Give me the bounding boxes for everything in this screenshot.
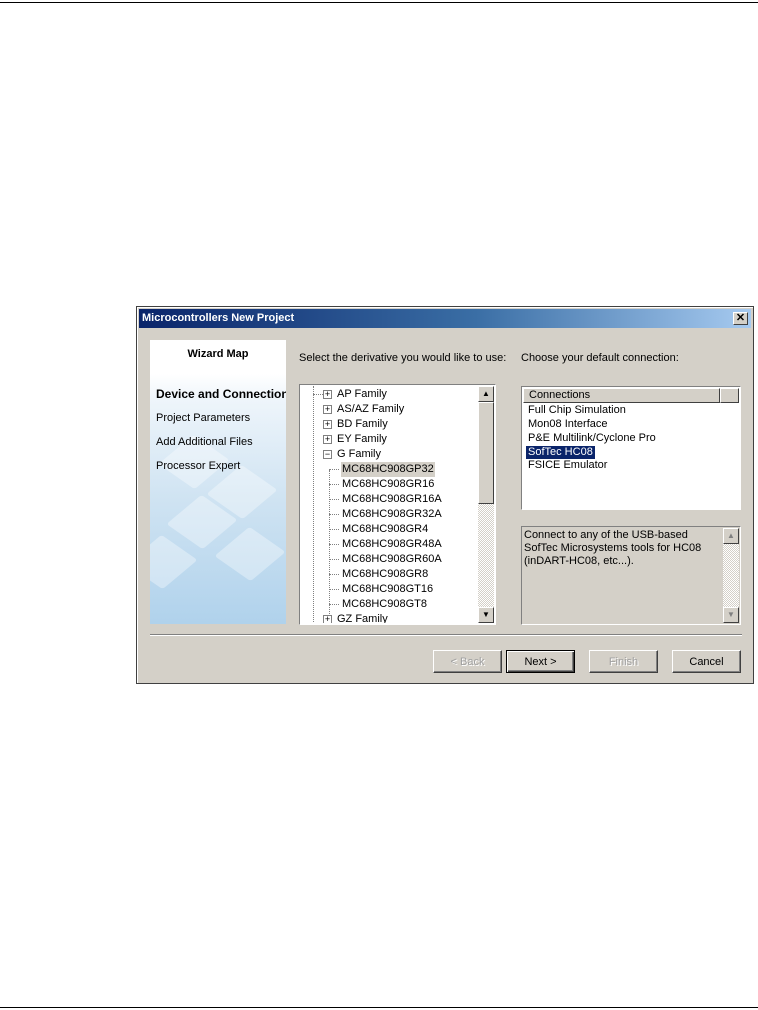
connection-description-text: Connect to any of the USB-based SofTec M… bbox=[524, 529, 702, 567]
tree-item-mc68hc908gr16a[interactable]: MC68HC908GR16A bbox=[329, 492, 479, 507]
tree-connector bbox=[329, 499, 339, 500]
new-project-dialog: Microcontrollers New Project ✕ Wizard Ma… bbox=[136, 306, 754, 684]
connection-item-fsice-emulator[interactable]: FSICE Emulator bbox=[526, 459, 609, 472]
tree-item-mc68hc908gr32a[interactable]: MC68HC908GR32A bbox=[329, 507, 479, 522]
tree-item-mc68hc908gt16[interactable]: MC68HC908GT16 bbox=[329, 582, 479, 597]
tree-item-label: MC68HC908GR60A bbox=[342, 553, 442, 565]
back-button[interactable]: < Back bbox=[433, 650, 502, 673]
collapse-minus-icon[interactable]: − bbox=[323, 450, 332, 459]
tree-item-label: MC68HC908GT16 bbox=[342, 583, 434, 595]
dialog-titlebar[interactable]: Microcontrollers New Project ✕ bbox=[139, 309, 751, 328]
connections-column-header[interactable]: Connections bbox=[523, 388, 720, 403]
connection-prompt: Choose your default connection: bbox=[521, 352, 679, 364]
tree-item-ap-family[interactable]: + AP Family bbox=[301, 387, 479, 402]
column-header-filler bbox=[720, 388, 739, 403]
derivative-tree[interactable]: + AP Family + AS/AZ Family + BD Family +… bbox=[299, 384, 496, 625]
tree-connector bbox=[329, 514, 339, 515]
decoration-shape bbox=[150, 534, 198, 590]
wizard-map-panel: Wizard Map Device and Connection Project… bbox=[150, 340, 286, 624]
tree-item-label: MC68HC908GT8 bbox=[342, 598, 427, 610]
tree-item-mc68hc908gr60a[interactable]: MC68HC908GR60A bbox=[329, 552, 479, 567]
dialog-separator bbox=[150, 634, 742, 636]
derivative-prompt: Select the derivative you would like to … bbox=[299, 352, 507, 364]
tree-item-label: G Family bbox=[337, 448, 381, 460]
connection-item-full-chip-simulation[interactable]: Full Chip Simulation bbox=[526, 404, 628, 417]
dialog-title: Microcontrollers New Project bbox=[142, 312, 295, 324]
scroll-down-icon[interactable]: ▼ bbox=[723, 607, 739, 623]
scroll-up-icon[interactable]: ▲ bbox=[478, 386, 494, 402]
tree-connector bbox=[329, 529, 339, 530]
description-scrollbar[interactable]: ▲ ▼ bbox=[723, 528, 739, 623]
cancel-button[interactable]: Cancel bbox=[672, 650, 741, 673]
page-bottom-rule bbox=[0, 1007, 758, 1008]
wizard-step-additional-files: Add Additional Files bbox=[156, 436, 253, 448]
close-button[interactable]: ✕ bbox=[733, 312, 748, 325]
tree-item-ey-family[interactable]: + EY Family bbox=[301, 432, 479, 447]
connections-list[interactable]: Connections Full Chip Simulation Mon08 I… bbox=[521, 386, 741, 510]
tree-connector bbox=[329, 574, 339, 575]
tree-item-label: EY Family bbox=[337, 433, 387, 445]
page-top-rule bbox=[0, 2, 758, 3]
decoration-shape bbox=[214, 526, 286, 582]
tree-item-mc68hc908gr48a[interactable]: MC68HC908GR48A bbox=[329, 537, 479, 552]
tree-item-g-family[interactable]: − G Family bbox=[301, 447, 479, 462]
scroll-down-icon[interactable]: ▼ bbox=[478, 607, 494, 623]
tree-item-label: MC68HC908GR4 bbox=[342, 523, 429, 535]
tree-item-label: MC68HC908GP32 bbox=[341, 462, 435, 477]
connection-item-pe-multilink[interactable]: P&E Multilink/Cyclone Pro bbox=[526, 432, 658, 445]
scroll-up-icon[interactable]: ▲ bbox=[723, 528, 739, 544]
tree-item-label: AP Family bbox=[337, 388, 387, 400]
tree-item-mc68hc908gr8[interactable]: MC68HC908GR8 bbox=[329, 567, 479, 582]
tree-item-label: AS/AZ Family bbox=[337, 403, 405, 415]
tree-item-label: BD Family bbox=[337, 418, 388, 430]
expand-plus-icon[interactable]: + bbox=[323, 390, 332, 399]
tree-item-as-az-family[interactable]: + AS/AZ Family bbox=[301, 402, 479, 417]
expand-plus-icon[interactable]: + bbox=[323, 420, 332, 429]
wizard-step-project-parameters: Project Parameters bbox=[156, 412, 251, 424]
expand-plus-icon[interactable]: + bbox=[323, 405, 332, 414]
connection-description: Connect to any of the USB-based SofTec M… bbox=[521, 526, 741, 625]
tree-scrollbar[interactable]: ▲ ▼ bbox=[478, 386, 494, 623]
tree-item-label: GZ Family bbox=[337, 613, 388, 623]
tree-connector bbox=[329, 559, 339, 560]
tree-item-label: MC68HC908GR16A bbox=[342, 493, 442, 505]
connection-item-softec-hc08[interactable]: SofTec HC08 bbox=[526, 446, 595, 459]
tree-item-gz-family[interactable]: + GZ Family bbox=[301, 612, 479, 623]
tree-connector bbox=[329, 469, 339, 470]
wizard-step-device-connection: Device and Connection bbox=[156, 387, 286, 401]
tree-connector bbox=[329, 589, 339, 590]
tree-connector bbox=[329, 544, 339, 545]
tree-item-mc68hc908gr16[interactable]: MC68HC908GR16 bbox=[329, 477, 479, 492]
wizard-map-title: Wizard Map bbox=[187, 348, 249, 360]
scroll-thumb[interactable] bbox=[478, 402, 494, 504]
tree-item-label: MC68HC908GR8 bbox=[342, 568, 429, 580]
tree-item-mc68hc908gp32[interactable]: MC68HC908GP32 bbox=[329, 462, 479, 477]
tree-item-mc68hc908gt8[interactable]: MC68HC908GT8 bbox=[329, 597, 479, 612]
tree-connector bbox=[329, 604, 339, 605]
tree-connector bbox=[329, 484, 339, 485]
wizard-step-processor-expert: Processor Expert bbox=[156, 460, 241, 472]
tree-item-label: MC68HC908GR32A bbox=[342, 508, 442, 520]
next-button[interactable]: Next > bbox=[506, 650, 575, 673]
finish-button[interactable]: Finish bbox=[589, 650, 658, 673]
expand-plus-icon[interactable]: + bbox=[323, 435, 332, 444]
expand-plus-icon[interactable]: + bbox=[323, 615, 332, 623]
tree-item-bd-family[interactable]: + BD Family bbox=[301, 417, 479, 432]
tree-item-label: MC68HC908GR16 bbox=[342, 478, 435, 490]
tree-item-mc68hc908gr4[interactable]: MC68HC908GR4 bbox=[329, 522, 479, 537]
tree-item-label: MC68HC908GR48A bbox=[342, 538, 442, 550]
connection-item-mon08-interface[interactable]: Mon08 Interface bbox=[526, 418, 610, 431]
